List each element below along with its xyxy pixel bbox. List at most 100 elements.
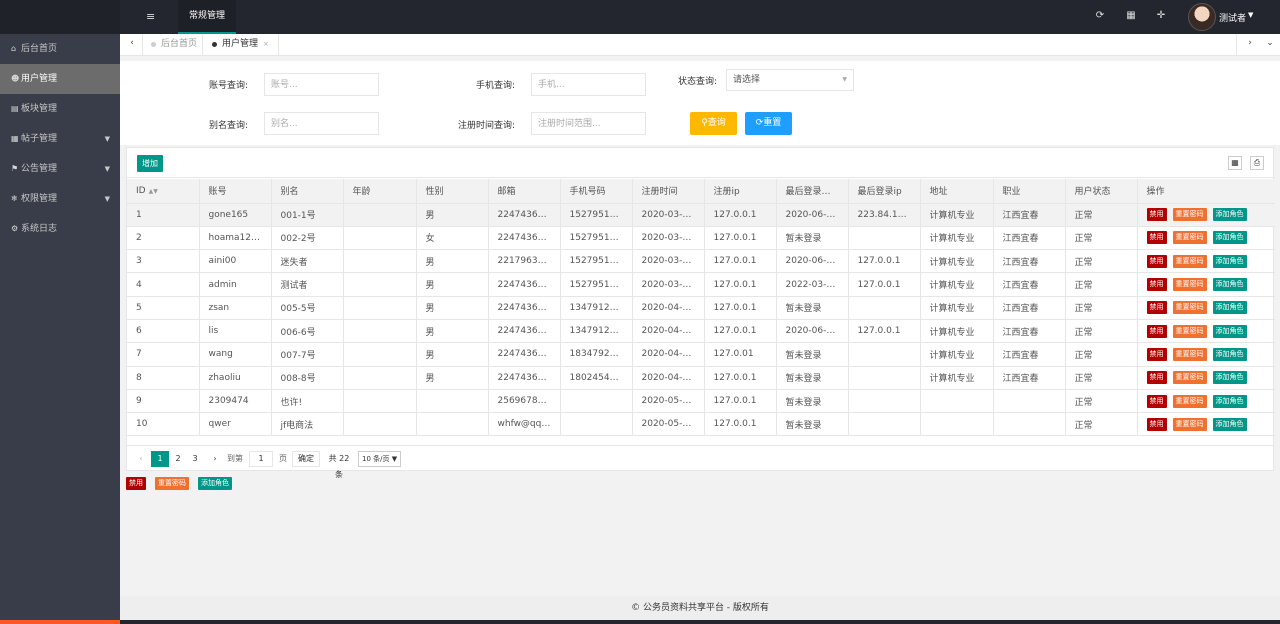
reset-password-button[interactable]: 重置密码 [1172,324,1207,338]
reg-time-input[interactable] [531,112,646,135]
add-user-button[interactable]: 增加 [137,155,163,172]
chevron-left-icon[interactable]: ‹ [126,38,138,52]
add-role-button[interactable]: 添加角色 [1212,371,1247,385]
column-header[interactable]: ID ▲▼ [127,179,200,204]
column-header: 职业 [993,179,1066,204]
sidebar-item-notices[interactable]: ⚑ 公告管理 ▼ [0,154,120,184]
table-cell: 13479129250 [560,319,633,344]
fullscreen-icon[interactable]: ✛ [1155,10,1167,24]
table-row[interactable]: 9 2309474 也许! 256967865... 2020-05-11 ... 127… [127,389,1275,414]
column-filter-icon[interactable]: ▦ [1228,156,1242,170]
goto-confirm-button[interactable]: 确定 [292,451,320,467]
print-icon[interactable]: ⎙ [1250,156,1264,170]
add-role-button[interactable]: 添加角色 [1212,394,1247,408]
avatar[interactable] [1188,3,1216,31]
sidebar-item-posts[interactable]: ▦ 帖子管理 ▼ [0,124,120,154]
menu-list-icon[interactable]: ≡ [146,10,158,24]
reset-password-button[interactable]: 重置密码 [1172,301,1207,315]
sidebar-item-home[interactable]: ⌂ 后台首页 [0,34,120,64]
table-cell: 2020-05-11 ... [632,389,705,414]
table-row[interactable]: 2 hoama1234 002-2号 女 224743629... 15279515773… [127,226,1275,251]
disable-button[interactable]: 禁用 [1146,208,1167,222]
add-role-button[interactable]: 添加角色 [1212,254,1247,268]
disable-button[interactable]: 禁用 [1146,301,1167,315]
table-cell: 13479129250 [560,296,633,320]
reset-password-button[interactable]: 重置密码 [1172,278,1207,292]
table-row[interactable]: 5 zsan 005-5号 男 224743629... 13479129250 2020-… [127,296,1275,320]
add-role-button[interactable]: 添加角色 [1212,278,1247,292]
disable-button[interactable]: 禁用 [1146,254,1167,268]
header-tab-regular[interactable]: 常规管理 [178,0,236,34]
disable-button[interactable]: 禁用 [1146,231,1167,245]
caret-down-icon[interactable]: ▼ [1248,11,1253,19]
status-select[interactable]: 请选择 ▼ [726,69,854,91]
disable-button[interactable]: 禁用 [1146,278,1167,292]
table-row[interactable]: 1 gone165 001-1号男 224743629... 15279515773 20… [127,203,1275,227]
add-role-button[interactable]: 添加角色 [1212,231,1247,245]
chevron-right-icon[interactable]: › [1244,38,1256,52]
reset-password-button[interactable]: 重置密码 [1172,208,1207,222]
row-actions: 禁用 重置密码 添加角色 [1137,296,1275,320]
tab-home[interactable]: 后台首页 [151,34,197,56]
table-cell: 江西宜春 [993,296,1066,320]
refresh-icon[interactable]: ⟳ [1094,10,1106,24]
per-page-select[interactable]: 10 条/页 ▼ [358,451,402,467]
reset-password-button[interactable]: 重置密码 [1172,231,1207,245]
table-cell: 2020-06-07... [776,319,849,344]
account-input[interactable] [264,73,379,96]
page-3-button[interactable]: 3 [189,451,201,467]
alias-input[interactable] [264,112,379,135]
disable-button[interactable]: 禁用 [1146,347,1167,361]
close-icon[interactable]: × [263,40,269,48]
sidebar-item-users[interactable]: ☻ 用户管理 [0,64,120,94]
next-page-button[interactable]: › [209,451,221,467]
column-header: 注册ip [704,179,777,204]
reset-password-button[interactable]: 重置密码 [1172,371,1207,385]
sidebar-item-boards[interactable]: ▤ 板块管理 [0,94,120,124]
tab-user-management[interactable]: 用户管理 × [212,34,269,56]
column-header: 操作 [1137,179,1275,204]
table-row[interactable]: 8 zhaoliu 008-8号 男 224743629... 18024545382 20… [127,366,1275,390]
disable-button[interactable]: 禁用 [1146,417,1167,431]
table-row[interactable]: 4 admin 测试者 男 224743629... 15279515773 2020-03… [127,272,1275,297]
phone-input[interactable] [531,73,646,96]
reset-password-button[interactable]: 重置密码 [1172,347,1207,361]
disable-button[interactable]: 禁用 [1146,324,1167,338]
sidebar-item-logs[interactable]: ⚙ 系统日志 [0,214,120,244]
legend-add-role-button[interactable]: 添加角色 [198,477,232,490]
table-cell [848,412,921,437]
user-name[interactable]: 测试者 [1219,11,1246,24]
footer-bottom-bar [120,620,1280,624]
table-cell: hoama1234 [199,226,272,251]
legend-reset-password-button[interactable]: 重置密码 [155,477,189,490]
add-role-button[interactable]: 添加角色 [1212,347,1247,361]
prev-page-button[interactable]: ‹ [135,451,147,467]
disable-button[interactable]: 禁用 [1146,371,1167,385]
sort-icon[interactable]: ▲▼ [149,188,158,195]
add-role-button[interactable]: 添加角色 [1212,417,1247,431]
reset-button[interactable]: ⟳重置 [745,112,792,135]
add-role-button[interactable]: 添加角色 [1212,301,1247,315]
column-header: 地址 [920,179,994,204]
sidebar-item-permissions[interactable]: ❄ 权限管理 ▼ [0,184,120,214]
page-1-button[interactable]: 1 [151,451,169,467]
add-role-button[interactable]: 添加角色 [1212,208,1247,222]
goto-page-input[interactable]: 1 [249,451,273,467]
table-cell: 2020-03-15... [632,272,705,297]
table-row[interactable]: 6 lis 006-6号男 224743629... 13479129250 2020-0… [127,319,1275,344]
phone-label: 手机查询: [475,81,515,91]
disable-button[interactable]: 禁用 [1146,394,1167,408]
chevron-down-icon[interactable]: ⌄ [1264,38,1276,52]
table-cell: 6 [127,319,200,344]
table-row[interactable]: 7 wang 007-7号 男 224743629... 18347920132 2020-… [127,342,1275,367]
add-role-button[interactable]: 添加角色 [1212,324,1247,338]
table-row[interactable]: 10 qwer jf电商法 whfw@qq.c... 2020-05-15... 127.… [127,412,1275,437]
reset-password-button[interactable]: 重置密码 [1172,394,1207,408]
page-2-button[interactable]: 2 [172,451,184,467]
legend-disable-button[interactable]: 禁用 [126,477,146,490]
trash-icon[interactable]: ▦ [1125,10,1137,24]
query-button[interactable]: ⚲查询 [690,112,737,135]
reset-password-button[interactable]: 重置密码 [1172,254,1207,268]
table-row[interactable]: 3 aini00 迷失者男 221796360... 15279515773 2020-0… [127,249,1275,274]
reset-password-button[interactable]: 重置密码 [1172,417,1207,431]
